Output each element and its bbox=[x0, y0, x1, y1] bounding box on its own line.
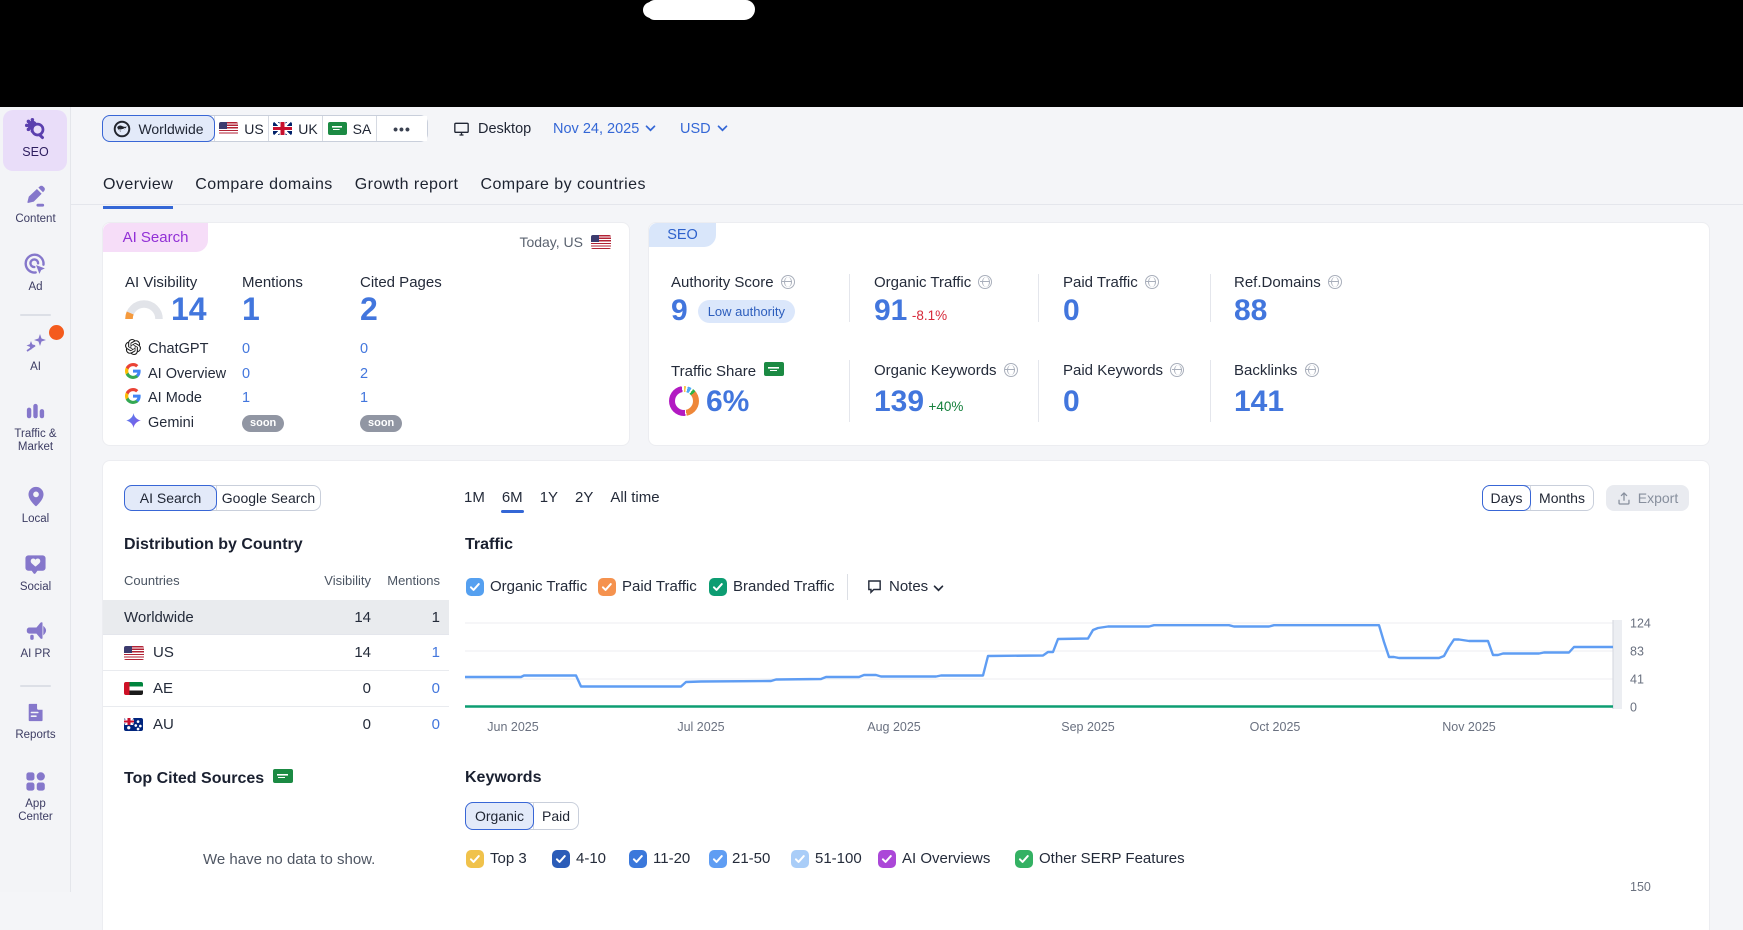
svg-text:Aug 2025: Aug 2025 bbox=[867, 720, 921, 734]
svg-text:Sep 2025: Sep 2025 bbox=[1061, 720, 1115, 734]
svg-text:83: 83 bbox=[1630, 645, 1644, 659]
svg-text:41: 41 bbox=[1630, 673, 1644, 687]
svg-text:Nov 2025: Nov 2025 bbox=[1442, 720, 1496, 734]
svg-text:0: 0 bbox=[1630, 701, 1637, 715]
svg-text:Oct 2025: Oct 2025 bbox=[1250, 720, 1301, 734]
svg-text:124: 124 bbox=[1630, 617, 1651, 631]
svg-text:Jul 2025: Jul 2025 bbox=[677, 720, 724, 734]
svg-text:Jun 2025: Jun 2025 bbox=[487, 720, 538, 734]
